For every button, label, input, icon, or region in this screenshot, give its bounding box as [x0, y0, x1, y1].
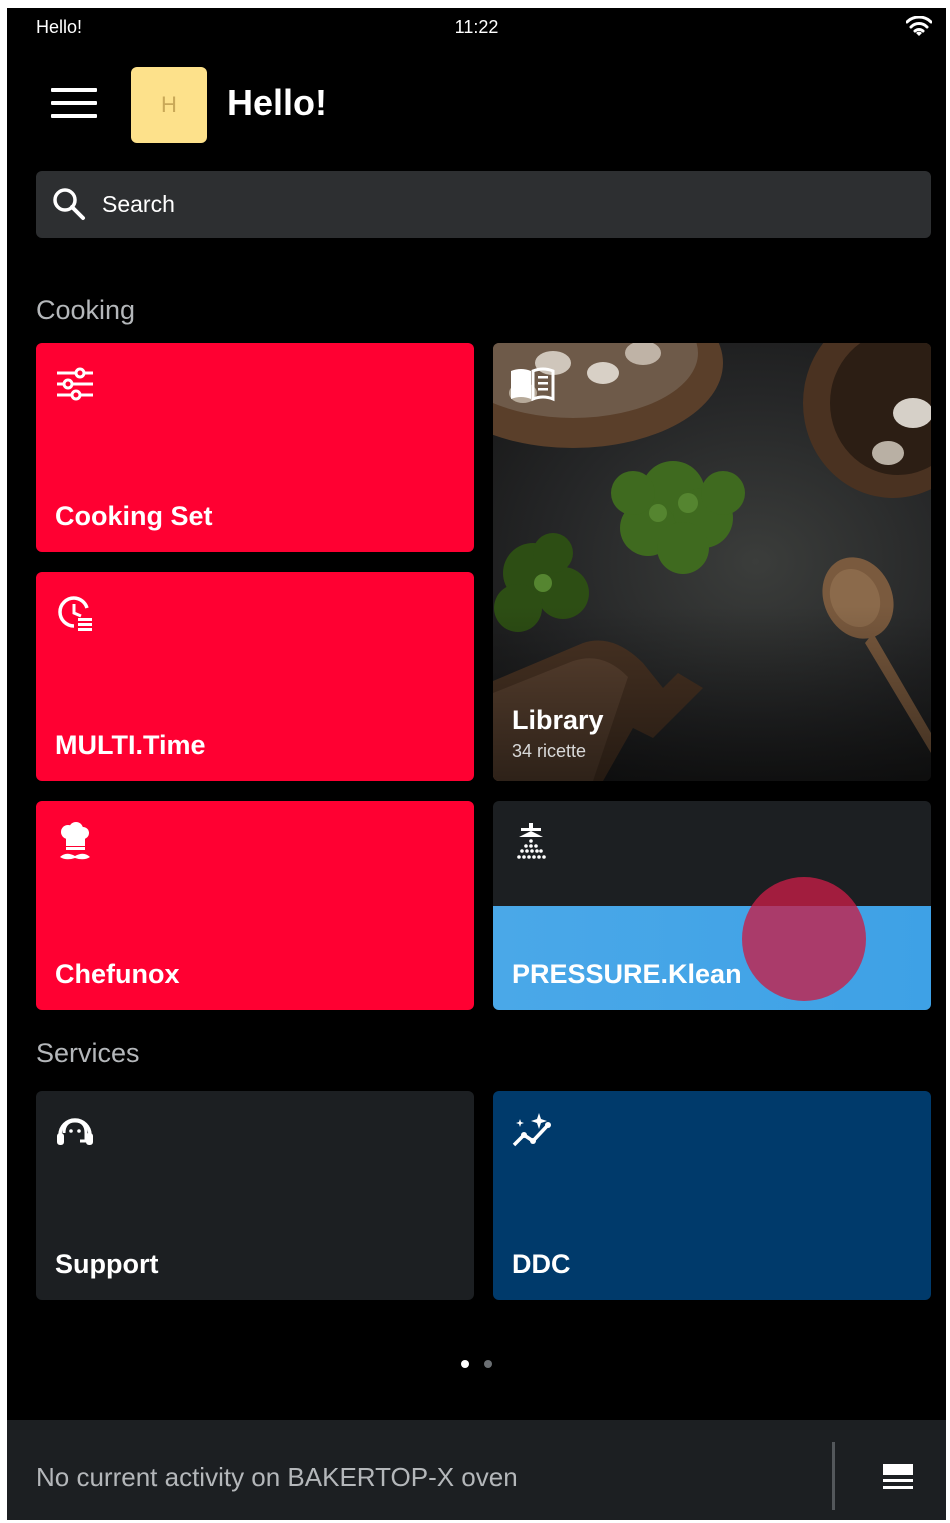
multi-timer-icon [58, 596, 92, 631]
sparkle-chart-icon [512, 1113, 551, 1147]
tile-support[interactable]: Support [36, 1091, 474, 1300]
tile-ddc-label: DDC [512, 1249, 571, 1279]
tile-chefunox-label: Chefunox [55, 959, 180, 989]
touch-ripple [742, 877, 866, 1001]
tile-pressure-klean[interactable]: PRESSURE.Klean [493, 801, 931, 1010]
activity-menu-icon[interactable] [881, 1460, 915, 1494]
shower-clean-icon [517, 823, 546, 859]
search-bar[interactable]: Search [36, 171, 931, 238]
tile-cooking-set-label: Cooking Set [55, 501, 213, 531]
app-screen: Hello! 11:22 H Hello! Search Cooking Coo… [7, 8, 946, 1520]
tile-multi-time[interactable]: MULTI.Time [36, 572, 474, 781]
tile-library-label: Library [512, 705, 604, 735]
headset-icon [57, 1118, 93, 1145]
page-dot[interactable] [483, 1360, 492, 1368]
tile-library[interactable]: Library 34 ricette [493, 343, 931, 781]
tile-ddc[interactable]: DDC [493, 1091, 931, 1300]
status-bar-time: 11:22 [454, 17, 499, 37]
page-title: Hello! [227, 82, 328, 123]
search-icon [53, 188, 85, 220]
sliders-icon [57, 367, 93, 401]
tile-support-label: Support [55, 1249, 159, 1279]
tile-multi-time-label: MULTI.Time [55, 730, 206, 760]
page-indicator [7, 1355, 946, 1373]
tile-library-count: 34 ricette [512, 741, 587, 761]
tile-chefunox[interactable]: Chefunox [36, 801, 474, 1010]
activity-message: No current activity on BAKERTOP-X oven [36, 1462, 518, 1492]
section-title-services: Services [36, 1038, 140, 1068]
hamburger-menu-icon[interactable] [51, 88, 97, 122]
activity-bar-divider [832, 1442, 835, 1510]
chef-hat-icon [60, 822, 90, 860]
tile-cooking-set[interactable]: Cooking Set [36, 343, 474, 552]
wifi-icon [906, 16, 932, 36]
avatar[interactable]: H [131, 67, 207, 143]
tile-pressure-klean-label: PRESSURE.Klean [512, 959, 742, 989]
search-placeholder: Search [102, 191, 175, 217]
recipe-book-icon [511, 367, 555, 402]
pressure-klean-progress-bar [493, 906, 931, 1010]
status-bar: Hello! 11:22 [7, 8, 946, 46]
page-dot-active[interactable] [461, 1360, 470, 1368]
section-title-cooking: Cooking [36, 295, 136, 325]
avatar-initial: H [161, 92, 177, 117]
activity-bar: No current activity on BAKERTOP-X oven [7, 1420, 946, 1520]
